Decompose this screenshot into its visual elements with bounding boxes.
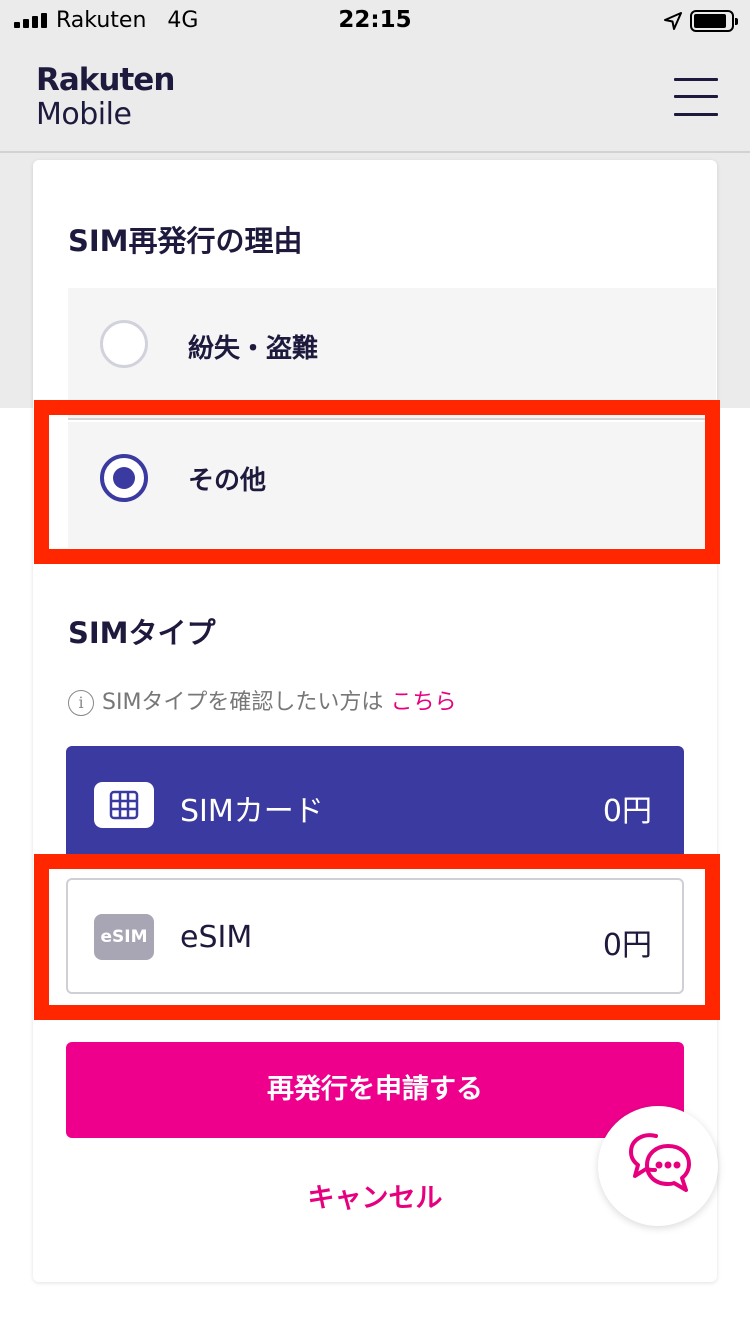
sim-option-name: SIMカード: [180, 794, 324, 829]
chat-bubbles-icon: [629, 1133, 691, 1192]
status-time: 22:15: [338, 7, 412, 33]
reason-option-label: 紛失・盗難: [188, 334, 319, 364]
info-text: SIMタイプを確認したい方は: [102, 690, 384, 715]
radio-unchecked-icon[interactable]: [100, 320, 148, 368]
cancel-link[interactable]: キャンセル: [66, 1176, 684, 1215]
chat-button[interactable]: [598, 1106, 718, 1226]
reason-section-title: SIM再発行の理由: [68, 224, 303, 258]
sim-type-info: i SIMタイプを確認したい方は こちら: [68, 684, 456, 716]
info-link[interactable]: こちら: [390, 690, 456, 715]
sim-option-price: 0円: [602, 794, 652, 829]
hamburger-menu-icon[interactable]: [674, 78, 718, 116]
sim-card-icon: [94, 782, 154, 828]
submit-reissue-button[interactable]: 再発行を申請する: [66, 1042, 684, 1138]
sim-option-physical[interactable]: SIMカード 0円: [66, 746, 684, 866]
logo-rakuten[interactable]: Rakuten: [36, 62, 175, 98]
highlight-esim-option: [34, 854, 720, 1020]
sim-type-section-title: SIMタイプ: [68, 616, 216, 650]
app-header: Rakuten Mobile: [0, 40, 750, 153]
battery-icon: [690, 10, 738, 32]
logo-mobile[interactable]: Mobile: [36, 97, 132, 132]
info-icon: i: [68, 690, 94, 716]
location-arrow-icon: [664, 12, 682, 30]
status-bar: Rakuten 4G 22:15: [0, 0, 750, 40]
page: Rakuten 4G 22:15 Rakuten Mobile SIM再発行の理…: [0, 0, 750, 1334]
highlight-reason-other: [34, 400, 720, 564]
